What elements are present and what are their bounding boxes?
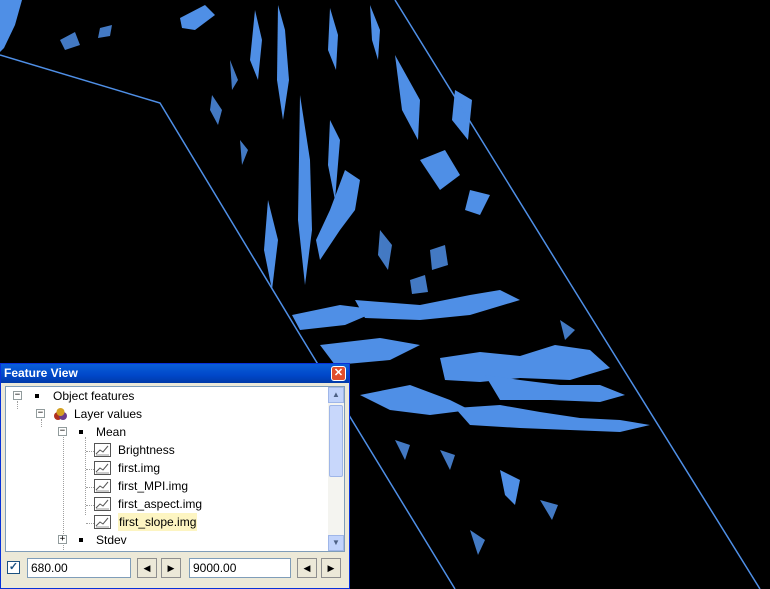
tree-item-object-features[interactable]: − Object features bbox=[6, 387, 326, 405]
min-increase-button[interactable]: ▶ bbox=[161, 558, 181, 578]
window-title: Feature View bbox=[4, 366, 78, 380]
tree-item-first-aspect-img[interactable]: first_aspect.img bbox=[6, 495, 326, 513]
tree-item-first-img[interactable]: first.img bbox=[6, 459, 326, 477]
scroll-down-button[interactable]: ▼ bbox=[328, 535, 344, 551]
tree-label-layer-values: Layer values bbox=[74, 407, 143, 421]
feature-graph-icon bbox=[94, 515, 111, 529]
scroll-thumb[interactable] bbox=[329, 405, 343, 477]
tree-label-stdev: Stdev bbox=[96, 533, 127, 547]
feature-view-window: Feature View ✕ − Object features − Layer bbox=[0, 363, 350, 589]
tree-label-first-img: first.img bbox=[118, 461, 160, 475]
close-button[interactable]: ✕ bbox=[331, 366, 346, 381]
max-increase-button[interactable]: ▶ bbox=[321, 558, 341, 578]
title-bar[interactable]: Feature View ✕ bbox=[1, 364, 349, 383]
feature-graph-icon bbox=[94, 443, 111, 457]
tree-item-stdev[interactable]: + Stdev bbox=[6, 531, 326, 549]
min-decrease-button[interactable]: ◀ bbox=[137, 558, 157, 578]
bullet-icon bbox=[35, 394, 39, 398]
tree-item-first-slope-img[interactable]: first_slope.img bbox=[6, 513, 326, 531]
tree-label-first-aspect-img: first_aspect.img bbox=[118, 497, 203, 511]
expand-icon[interactable]: + bbox=[58, 535, 67, 544]
feature-graph-icon bbox=[94, 479, 111, 493]
max-decrease-button[interactable]: ◀ bbox=[297, 558, 317, 578]
bullet-icon bbox=[79, 538, 83, 542]
tree-item-mean[interactable]: − Mean bbox=[6, 423, 326, 441]
feature-graph-icon bbox=[94, 461, 111, 475]
min-value-input[interactable] bbox=[27, 558, 131, 578]
range-checkbox[interactable]: ✓ bbox=[7, 561, 20, 574]
feature-tree: − Object features − Layer values − Mean bbox=[5, 386, 345, 552]
scroll-up-button[interactable]: ▲ bbox=[328, 387, 344, 403]
collapse-icon[interactable]: − bbox=[13, 391, 22, 400]
tree-label-brightness: Brightness bbox=[118, 443, 175, 457]
vertical-scrollbar[interactable]: ▲ ▼ bbox=[328, 387, 344, 551]
tree-item-first-mpi-img[interactable]: first_MPI.img bbox=[6, 477, 326, 495]
max-value-input[interactable] bbox=[189, 558, 291, 578]
collapse-icon[interactable]: − bbox=[36, 409, 45, 418]
tree-item-brightness[interactable]: Brightness bbox=[6, 441, 326, 459]
tree-label-first-slope-img: first_slope.img bbox=[118, 513, 198, 531]
tree-label-object-features: Object features bbox=[53, 389, 135, 403]
bullet-icon bbox=[79, 430, 83, 434]
range-controls: ✓ ◀ ▶ ◀ ▶ bbox=[1, 556, 349, 582]
tree-label-mean: Mean bbox=[96, 425, 127, 439]
tree-item-layer-values[interactable]: − Layer values bbox=[6, 405, 326, 423]
layer-values-icon bbox=[54, 408, 67, 420]
tree-label-first-mpi-img: first_MPI.img bbox=[118, 479, 189, 493]
collapse-icon[interactable]: − bbox=[58, 427, 67, 436]
feature-graph-icon bbox=[94, 497, 111, 511]
